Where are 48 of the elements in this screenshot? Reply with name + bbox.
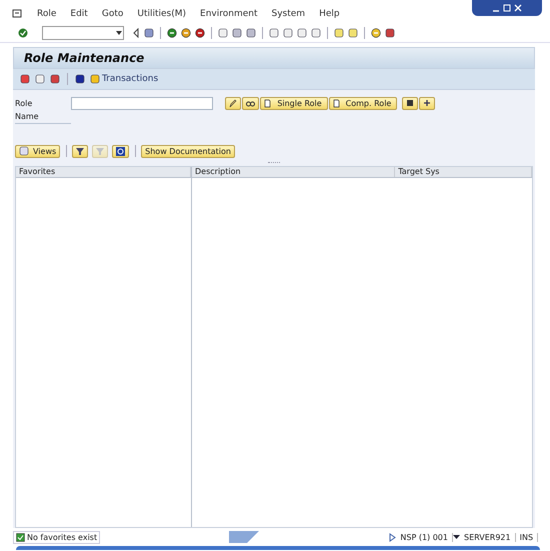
overview-button[interactable] [402,96,418,110]
server-info: SERVER921 [460,532,516,542]
pencil-icon [229,98,237,108]
insert-mode: INS [516,532,538,542]
glasses-icon [246,98,255,108]
hierarchy-button[interactable] [419,96,435,110]
filter-icon [76,146,84,156]
display-button[interactable] [242,96,259,110]
menu-item[interactable]: Help [319,9,340,19]
views-button[interactable]: Views [15,144,60,158]
transactions-button[interactable]: Transactions [90,74,158,84]
maximize-icon[interactable] [503,4,511,12]
logo-icon [229,531,260,543]
checkmark-icon[interactable] [18,28,28,38]
name-label: Name [15,112,71,124]
menu-item[interactable]: Environment [200,9,258,19]
show-documentation-button[interactable]: Show Documentation [141,144,235,158]
refresh-button[interactable] [112,144,130,158]
column-header[interactable]: Target Sys [395,167,532,177]
dropdown-icon[interactable] [115,30,123,36]
role-type-button[interactable]: Comp. Role [329,96,397,110]
role-label: Role [15,98,34,108]
menu-item[interactable]: Role [37,9,56,19]
screen-title: Role Maintenance [24,51,144,65]
command-field[interactable] [42,26,124,40]
window-controls[interactable] [472,0,542,16]
document-icon [264,98,271,108]
menu-icon[interactable] [12,9,23,19]
status-message: No favorites exist [13,530,100,544]
menu-item[interactable]: Goto [102,9,124,19]
back-arrow-icon[interactable] [132,28,140,38]
splitter-handle[interactable] [268,162,280,166]
system-info[interactable]: NSP (1) 001 [396,532,453,542]
change-button[interactable] [225,96,241,110]
filter-icon [96,146,104,156]
expand-icon[interactable] [388,532,396,542]
role-type-button[interactable]: Single Role [260,96,328,110]
menu-item[interactable]: System [272,9,306,19]
dropdown-icon[interactable] [452,534,460,540]
filter-button[interactable] [72,144,88,158]
role-field[interactable] [71,96,213,110]
success-icon [16,532,25,542]
column-header[interactable]: Description [192,167,396,177]
document-icon [333,98,340,108]
menu-item[interactable]: Edit [70,9,88,19]
column-header[interactable]: Favorites [16,167,191,177]
close-icon[interactable] [514,4,522,12]
menu-item[interactable]: Utilities(M) [137,9,186,19]
